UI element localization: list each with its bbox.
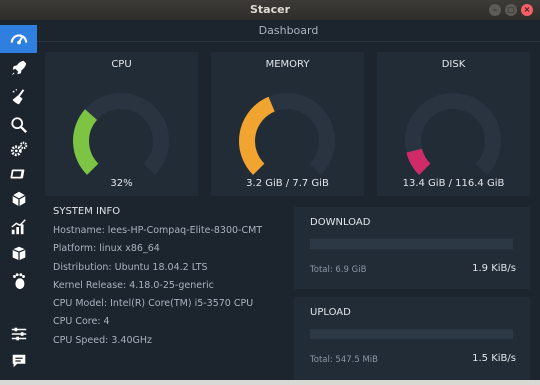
sidebar-item-startup-apps[interactable]	[0, 54, 37, 82]
upload-total: Total: 547.5 MiB	[310, 355, 378, 365]
memory-gauge	[239, 93, 335, 175]
sidebar-item-feedback[interactable]	[0, 347, 37, 375]
disk-gauge-fill	[406, 148, 431, 175]
upload-speed: 1.5 KiB/s	[472, 353, 516, 364]
sidebar	[0, 20, 37, 380]
upload-card: UPLOAD Total: 547.5 MiB 1.5 KiB/s	[294, 297, 530, 380]
upload-title: UPLOAD	[310, 307, 351, 318]
memory-card: MEMORY 3.2 GiB / 7.7 GiB	[211, 52, 364, 196]
disk-gauge	[405, 93, 501, 175]
memory-title: MEMORY	[265, 59, 310, 70]
sidebar-item-dashboard[interactable]	[0, 25, 37, 53]
info-platform: Platform: linux x86_64	[53, 243, 160, 255]
info-cpu-model: CPU Model: Intel(R) Core(TM) i5-3570 CPU	[53, 298, 254, 310]
disk-title: DISK	[441, 59, 466, 70]
download-graph	[310, 239, 513, 249]
bar-chart-icon	[10, 219, 26, 235]
page-title: Dashboard	[37, 20, 540, 42]
info-distribution: Distribution: Ubuntu 18.04.2 LTS	[53, 261, 208, 273]
speedometer-icon	[10, 34, 27, 45]
system-info-title: SYSTEM INFO	[53, 206, 121, 217]
download-speed: 1.9 KiB/s	[472, 263, 516, 274]
disk-value: 13.4 GiB / 116.4 GiB	[402, 178, 505, 189]
info-cpu-speed: CPU Speed: 3.40GHz	[53, 334, 152, 346]
info-kernel-release: Kernel Release: 4.18.0-25-generic	[53, 279, 214, 291]
sliders-icon	[11, 327, 26, 341]
window-title: Stacer	[249, 3, 290, 16]
minimize-button[interactable]: –	[489, 4, 501, 16]
memory-value: 3.2 GiB / 7.7 GiB	[246, 178, 329, 189]
close-button[interactable]: ×	[521, 4, 533, 16]
sidebar-item-resources[interactable]	[0, 213, 37, 241]
sidebar-item-services[interactable]	[0, 135, 37, 163]
dashboard-page: Dashboard CPU 32% MEMORY 3.2 GiB / 7.7 G…	[37, 20, 540, 380]
cpu-value: 32%	[110, 178, 133, 189]
sidebar-item-uninstaller[interactable]	[0, 185, 37, 213]
cpu-gauge	[73, 93, 169, 175]
upload-graph	[310, 329, 513, 339]
disk-card: DISK 13.4 GiB / 116.4 GiB	[377, 52, 530, 196]
gears-icon	[10, 141, 27, 157]
info-hostname: Hostname: lees-HP-Compaq-Elite-8300-CMT	[53, 225, 263, 236]
cpu-card: CPU 32%	[45, 52, 198, 196]
memory-gauge-fill	[239, 96, 276, 175]
sidebar-item-system-cleaner[interactable]	[0, 83, 37, 111]
rocket-icon	[11, 60, 26, 76]
speech-bubble-icon	[12, 354, 25, 368]
download-total: Total: 6.9 GiB	[310, 265, 367, 275]
title-bar: Stacer – □ ×	[0, 0, 540, 20]
sidebar-item-apt-repository[interactable]	[0, 239, 37, 267]
info-cpu-core: CPU Core: 4	[53, 316, 110, 328]
cpu-gauge-fill	[73, 109, 99, 175]
broom-icon	[12, 89, 24, 105]
box-icon	[11, 246, 26, 261]
gnome-foot-icon	[12, 273, 25, 290]
search-icon	[10, 117, 27, 134]
cpu-title: CPU	[111, 59, 132, 70]
desktop-background	[0, 380, 540, 385]
sidebar-item-gnome-settings[interactable]	[0, 267, 37, 295]
cpu-chip-icon	[9, 169, 24, 179]
sidebar-item-processes[interactable]	[0, 160, 37, 188]
download-card: DOWNLOAD Total: 6.9 GiB 1.9 KiB/s	[294, 207, 530, 289]
system-info: SYSTEM INFO Hostname: lees-HP-Compaq-Eli…	[53, 206, 262, 350]
maximize-button[interactable]: □	[505, 4, 517, 16]
sidebar-item-settings[interactable]	[0, 320, 37, 348]
stacer-window: Stacer – □ × Dashboard CPU 32% MEMORY 3.…	[0, 0, 540, 380]
package-icon	[11, 191, 26, 207]
download-title: DOWNLOAD	[310, 217, 371, 228]
